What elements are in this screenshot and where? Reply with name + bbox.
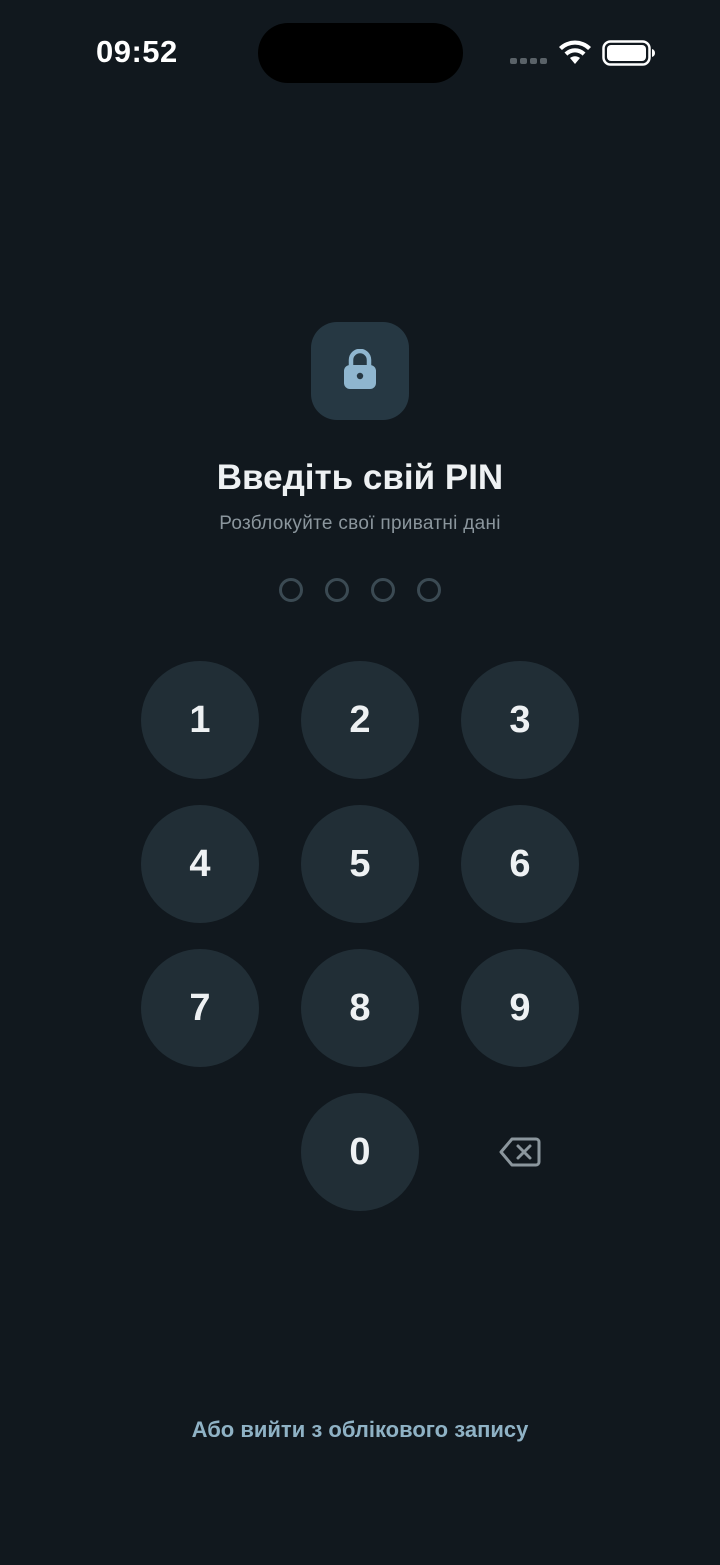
pin-dot xyxy=(371,578,395,602)
pin-indicator xyxy=(279,578,443,602)
key-1[interactable]: 1 xyxy=(141,661,259,779)
status-time: 09:52 xyxy=(96,34,178,69)
key-3[interactable]: 3 xyxy=(461,661,579,779)
key-6[interactable]: 6 xyxy=(461,805,579,923)
wifi-icon xyxy=(559,40,591,64)
key-0[interactable]: 0 xyxy=(301,1093,419,1211)
lock-tile xyxy=(311,322,409,420)
logout-link[interactable]: Або вийти з облікового запису xyxy=(0,1417,720,1443)
pin-dot xyxy=(279,578,303,602)
key-7[interactable]: 7 xyxy=(141,949,259,1067)
key-5[interactable]: 5 xyxy=(301,805,419,923)
pin-dot xyxy=(417,578,441,602)
signal-icon xyxy=(510,58,547,64)
status-bar: 09:52 xyxy=(0,0,720,110)
battery-icon xyxy=(602,40,655,66)
key-8[interactable]: 8 xyxy=(301,949,419,1067)
page-title: Введіть свій PIN xyxy=(216,458,504,497)
dynamic-island xyxy=(258,23,463,83)
key-9[interactable]: 9 xyxy=(461,949,579,1067)
lock-icon xyxy=(344,349,376,389)
backspace-button[interactable] xyxy=(461,1093,579,1211)
page-subtitle: Розблокуйте свої приватні дані xyxy=(219,513,501,534)
key-4[interactable]: 4 xyxy=(141,805,259,923)
pin-dot xyxy=(325,578,349,602)
backspace-icon xyxy=(499,1137,541,1167)
key-2[interactable]: 2 xyxy=(301,661,419,779)
